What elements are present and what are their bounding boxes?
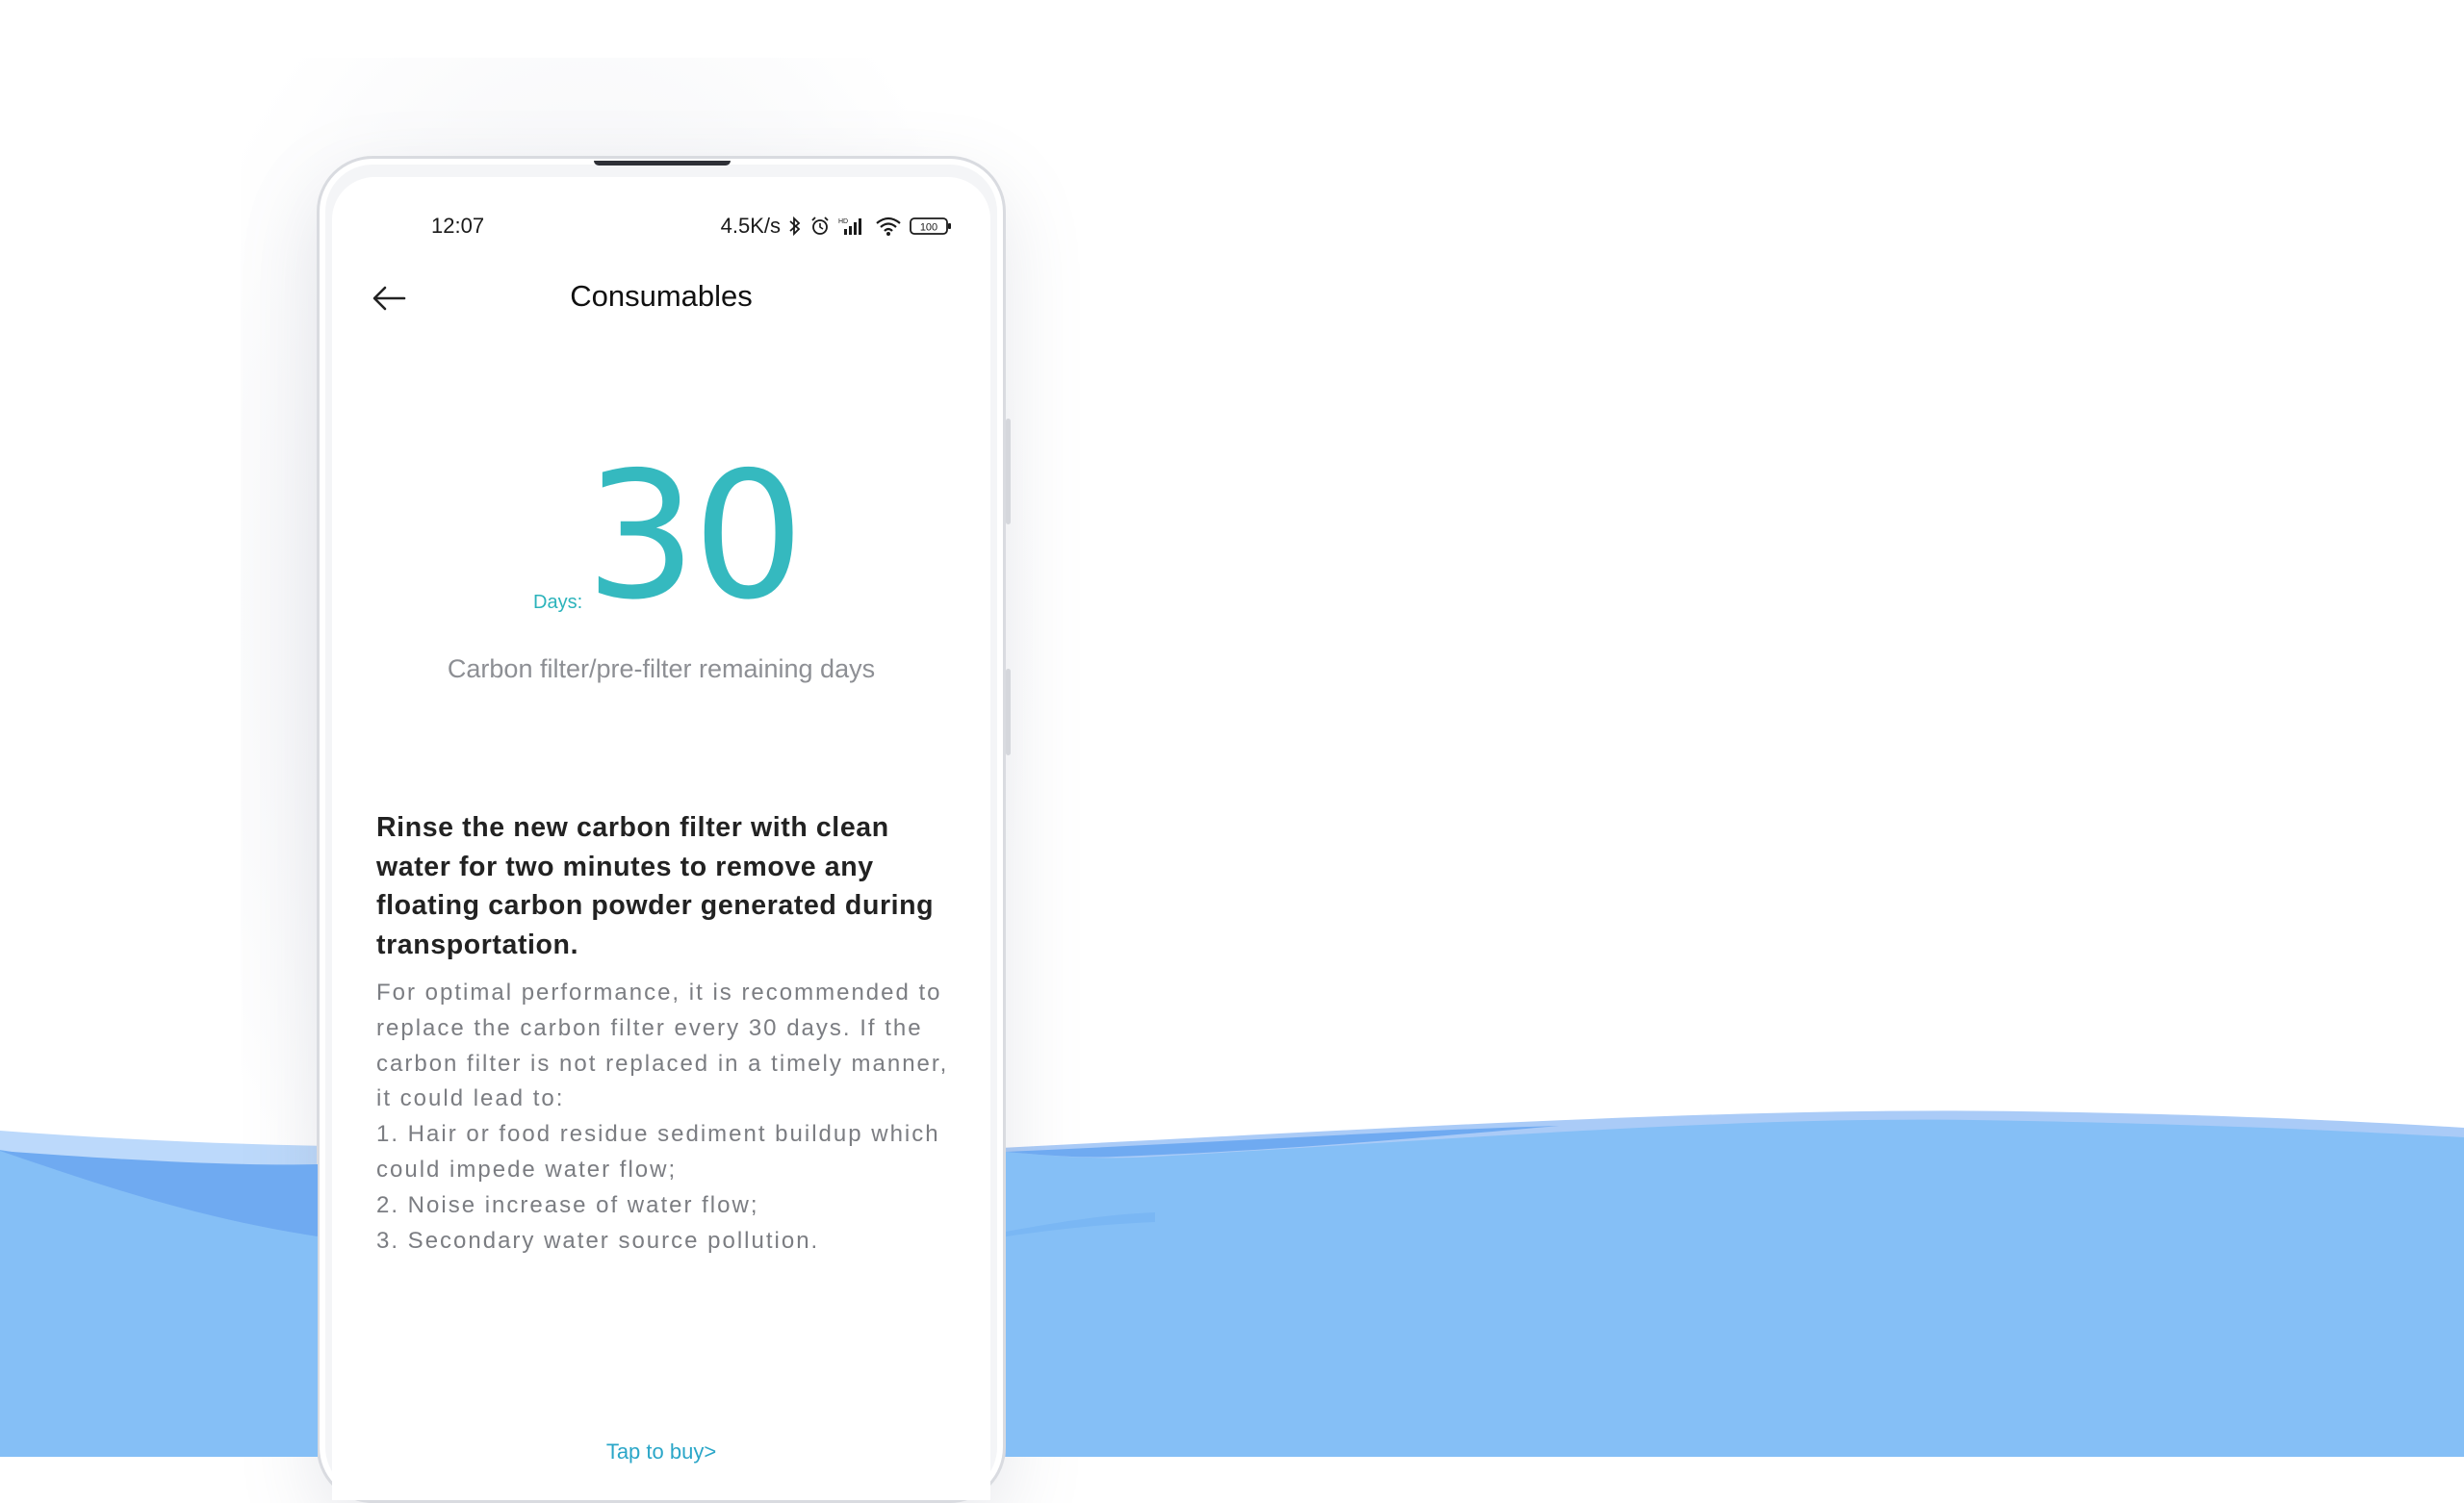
signal-icon: HD xyxy=(838,216,867,237)
battery-icon: 100 xyxy=(910,216,952,237)
title-bar: Consumables xyxy=(332,266,990,333)
volume-button xyxy=(1006,419,1011,524)
app-screen: 12:07 4.5K/s HD 100 Consumables Days: 30… xyxy=(332,177,990,1500)
page-title: Consumables xyxy=(570,279,753,313)
power-button xyxy=(1006,669,1011,755)
svg-text:HD: HD xyxy=(838,218,848,225)
instructions-body: For optimal performance, it is recommend… xyxy=(376,976,954,1259)
list-item: 1. Hair or food residue sediment buildup… xyxy=(376,1121,940,1183)
svg-text:100: 100 xyxy=(920,222,937,234)
phone-frame: 12:07 4.5K/s HD 100 Consumables Days: 30… xyxy=(317,156,1011,1503)
phone-speaker xyxy=(594,161,731,166)
wifi-icon xyxy=(875,216,902,237)
list-item: 3. Secondary water source pollution. xyxy=(376,1227,820,1254)
remaining-days-value: 30 xyxy=(585,434,805,638)
status-bar: 12:07 4.5K/s HD 100 xyxy=(332,208,990,246)
instructions-title: Rinse the new carbon filter with clean w… xyxy=(376,812,935,960)
status-icons: 4.5K/s HD 100 xyxy=(721,214,952,239)
tap-to-buy-link[interactable]: Tap to buy> xyxy=(332,1439,990,1465)
instructions-intro: For optimal performance, it is recommend… xyxy=(376,980,949,1112)
status-time: 12:07 xyxy=(431,214,485,238)
remaining-days-caption: Carbon filter/pre-filter remaining days xyxy=(447,654,876,683)
days-label: Days: xyxy=(533,592,583,613)
remaining-days-display: Days: 30 xyxy=(332,448,990,629)
network-speed: 4.5K/s xyxy=(720,214,781,238)
bluetooth-icon xyxy=(788,216,802,237)
alarm-icon xyxy=(809,216,831,237)
list-item: 2. Noise increase of water flow; xyxy=(376,1191,759,1218)
